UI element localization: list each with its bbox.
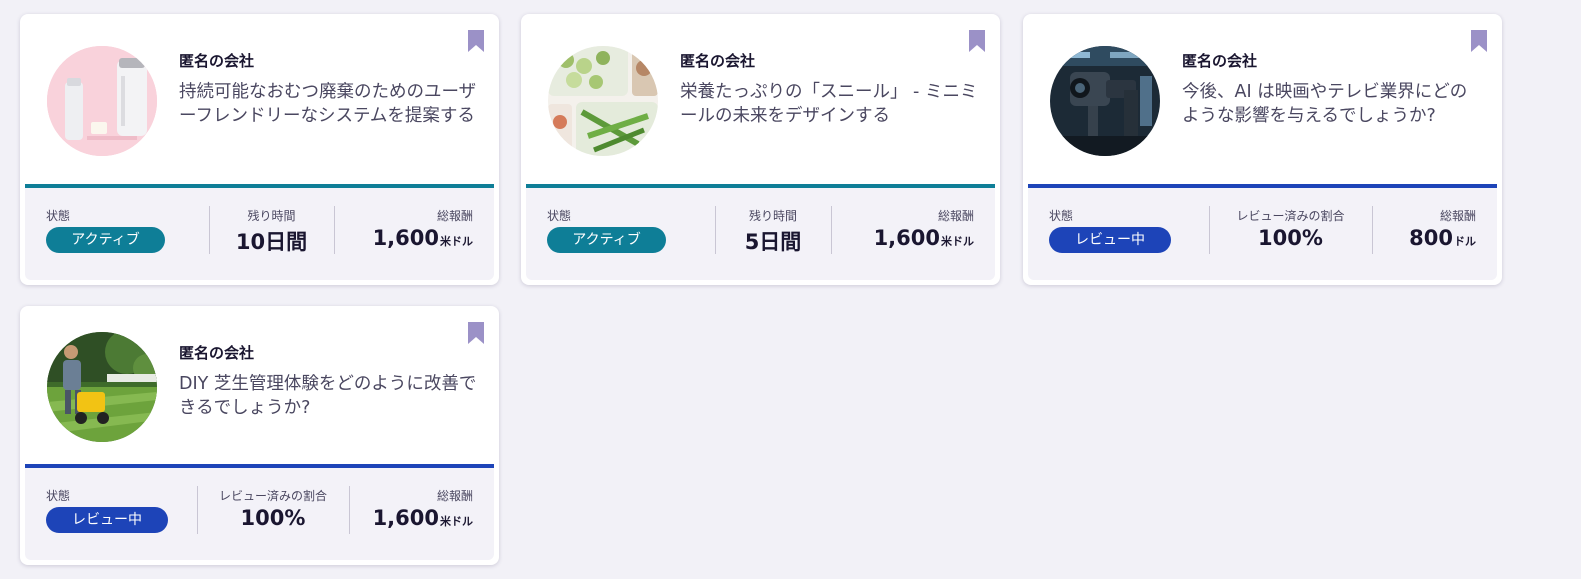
company-name: 匿名の会社	[680, 52, 756, 70]
divider	[831, 206, 832, 254]
card-footer: 状態 レビュー中 レビュー済みの割合 100% 総報酬 1,600米ドル	[25, 464, 494, 560]
status-badge: レビュー中	[46, 507, 168, 533]
status-label: 状態	[1049, 209, 1074, 223]
card-footer: 状態 アクティブ 残り時間 5日間 総報酬 1,600米ドル	[526, 184, 995, 280]
reward-value: 1,600米ドル	[373, 226, 473, 250]
reward-amount: 1,600	[873, 226, 940, 250]
reward-amount: 1,600	[372, 506, 439, 530]
status-bar	[1028, 184, 1497, 188]
reviewed-ratio-label: レビュー済みの割合	[1236, 209, 1345, 223]
status-bar	[25, 184, 494, 188]
project-title[interactable]: 栄養たっぷりの「スニール」 - ミニミールの未来をデザインする	[680, 80, 980, 128]
project-title[interactable]: DIY 芝生管理体験をどのように改善できるでしょうか?	[179, 372, 479, 420]
status-badge: レビュー中	[1049, 227, 1171, 253]
project-card[interactable]: 匿名の会社 栄養たっぷりの「スニール」 - ミニミールの未来をデザインする 状態…	[521, 14, 1000, 285]
reviewed-ratio-label: レビュー済みの割合	[218, 489, 327, 503]
card-footer: 状態 アクティブ 残り時間 10日間 総報酬 1,600米ドル	[25, 184, 494, 280]
status-badge: アクティブ	[46, 227, 165, 253]
reward-value: 1,600米ドル	[373, 506, 473, 530]
reward-unit: 米ドル	[440, 515, 473, 528]
project-image	[47, 46, 157, 156]
project-image	[1050, 46, 1160, 156]
status-label: 状態	[547, 209, 572, 223]
divider	[334, 206, 335, 254]
project-image	[47, 332, 157, 442]
project-title[interactable]: 持続可能なおむつ廃棄のためのユーザーフレンドリーなシステムを提案する	[179, 80, 479, 128]
reward-value: 800ドル	[1409, 226, 1476, 250]
project-title[interactable]: 今後、AI は映画やテレビ業界にどのような影響を与えるでしょうか?	[1182, 80, 1482, 128]
status-label: 状態	[46, 489, 71, 503]
divider	[349, 486, 350, 534]
bookmark-icon[interactable]	[1470, 30, 1488, 52]
bookmark-icon[interactable]	[968, 30, 986, 52]
reward-unit: 米ドル	[440, 235, 473, 248]
bookmark-icon[interactable]	[467, 30, 485, 52]
project-card[interactable]: 匿名の会社 持続可能なおむつ廃棄のためのユーザーフレンドリーなシステムを提案する…	[20, 14, 499, 285]
reward-unit: 米ドル	[941, 235, 974, 248]
divider	[1372, 206, 1373, 254]
reward-value: 1,600米ドル	[874, 226, 974, 250]
bookmark-icon[interactable]	[467, 322, 485, 344]
project-card[interactable]: 匿名の会社 今後、AI は映画やテレビ業界にどのような影響を与えるでしょうか? …	[1023, 14, 1502, 285]
reviewed-ratio-value: 100%	[240, 506, 306, 530]
project-image	[548, 46, 658, 156]
reward-label: 総報酬	[436, 489, 473, 503]
project-card[interactable]: 匿名の会社 DIY 芝生管理体験をどのように改善できるでしょうか? 状態 レビュ…	[20, 306, 499, 565]
card-footer: 状態 レビュー中 レビュー済みの割合 100% 総報酬 800ドル	[1028, 184, 1497, 280]
time-left-value: 10日間	[235, 230, 308, 254]
time-left-label: 残り時間	[247, 209, 296, 223]
reviewed-ratio-value: 100%	[1258, 226, 1323, 250]
reward-amount: 1,600	[372, 226, 439, 250]
status-bar	[25, 464, 494, 468]
status-badge: アクティブ	[547, 227, 666, 253]
company-name: 匿名の会社	[179, 52, 255, 70]
time-left-label: 残り時間	[748, 209, 797, 223]
time-left-value: 5日間	[744, 230, 802, 254]
reward-unit: ドル	[1454, 235, 1476, 248]
company-name: 匿名の会社	[1182, 52, 1258, 70]
reward-label: 総報酬	[436, 209, 473, 223]
status-label: 状態	[46, 209, 71, 223]
status-bar	[526, 184, 995, 188]
company-name: 匿名の会社	[179, 344, 255, 362]
reward-label: 総報酬	[1439, 209, 1476, 223]
reward-amount: 800	[1409, 226, 1453, 250]
reward-label: 総報酬	[937, 209, 974, 223]
